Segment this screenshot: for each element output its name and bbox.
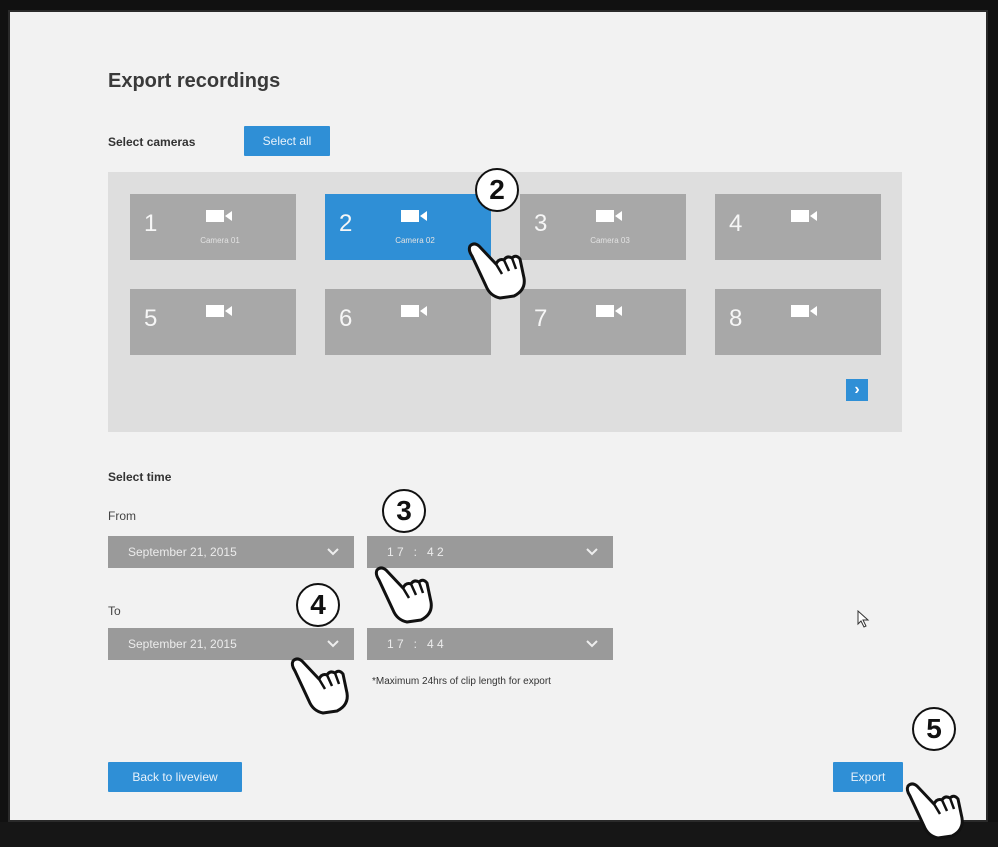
- camera-number: 1: [144, 210, 158, 237]
- next-page-button[interactable]: ›: [846, 379, 868, 401]
- video-camera-icon: [596, 210, 622, 222]
- pointing-hand-icon: [290, 657, 349, 715]
- chevron-down-icon: [327, 548, 339, 556]
- step-callout-3: 3: [382, 489, 426, 533]
- select-time-label: Select time: [108, 470, 172, 484]
- camera-number: 2: [339, 210, 353, 237]
- camera-name: Camera 01: [200, 236, 240, 245]
- camera-number: 7: [534, 305, 548, 332]
- camera-tile-8[interactable]: 8: [715, 289, 881, 355]
- camera-number: 6: [339, 305, 353, 332]
- page-title: Export recordings: [108, 70, 281, 92]
- to-time-value: 1 7 : 4 4: [387, 637, 444, 651]
- camera-tile-4[interactable]: 4: [715, 194, 881, 260]
- clip-length-note: *Maximum 24hrs of clip length for export: [372, 676, 551, 687]
- video-camera-icon: [401, 210, 427, 222]
- camera-number: 3: [534, 210, 548, 237]
- video-camera-icon: [791, 210, 817, 222]
- chevron-down-icon: [327, 640, 339, 648]
- mouse-cursor-icon: [857, 610, 870, 628]
- video-camera-icon: [596, 305, 622, 317]
- step-callout-5: 5: [912, 707, 956, 751]
- camera-tile-7[interactable]: 7: [520, 289, 686, 355]
- back-to-liveview-button[interactable]: Back to liveview: [108, 762, 242, 792]
- pointing-hand-icon: [374, 566, 433, 624]
- from-date-select[interactable]: September 21, 2015: [108, 536, 354, 568]
- video-camera-icon: [206, 305, 232, 317]
- video-camera-icon: [791, 305, 817, 317]
- camera-tile-1[interactable]: 1 Camera 01: [130, 194, 296, 260]
- chevron-right-icon: ›: [854, 381, 860, 398]
- camera-name: Camera 03: [590, 236, 630, 245]
- select-cameras-label: Select cameras: [108, 135, 196, 149]
- from-date-value: September 21, 2015: [128, 545, 237, 559]
- export-button[interactable]: Export: [833, 762, 903, 792]
- step-callout-4: 4: [296, 583, 340, 627]
- chevron-down-icon: [586, 548, 598, 556]
- to-label: To: [108, 604, 121, 618]
- camera-name: Camera 02: [395, 236, 435, 245]
- camera-number: 8: [729, 305, 743, 332]
- taskbar: [0, 822, 998, 847]
- video-camera-icon: [206, 210, 232, 222]
- chevron-down-icon: [586, 640, 598, 648]
- step-callout-2: 2: [475, 168, 519, 212]
- select-all-button[interactable]: Select all: [244, 126, 330, 156]
- from-label: From: [108, 509, 136, 523]
- from-time-value: 1 7 : 4 2: [387, 545, 444, 559]
- camera-tile-3[interactable]: 3 Camera 03: [520, 194, 686, 260]
- pointing-hand-icon: [905, 782, 964, 840]
- camera-tile-5[interactable]: 5: [130, 289, 296, 355]
- camera-number: 5: [144, 305, 158, 332]
- to-date-value: September 21, 2015: [128, 637, 237, 651]
- camera-number: 4: [729, 210, 743, 237]
- video-camera-icon: [401, 305, 427, 317]
- pointing-hand-icon: [467, 242, 526, 300]
- to-time-select[interactable]: 1 7 : 4 4: [367, 628, 613, 660]
